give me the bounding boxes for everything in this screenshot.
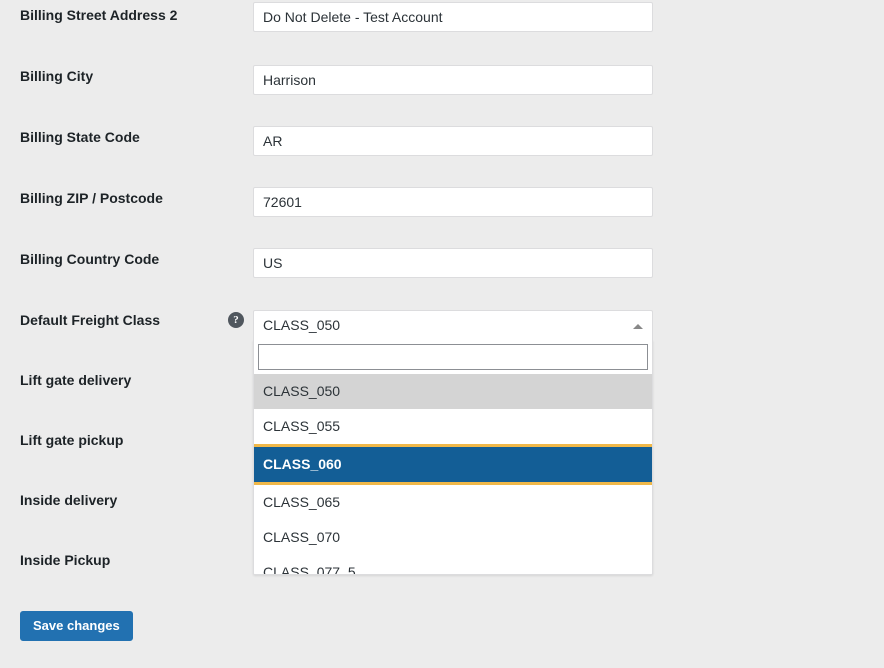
input-billing-zip-postcode[interactable] (253, 187, 653, 217)
field-row-billing-street-address-2: Billing Street Address 2 (0, 2, 884, 67)
form-actions: Save changes (20, 611, 133, 641)
caret-up-icon[interactable] (633, 324, 643, 329)
freight-class-option[interactable]: CLASS_070 (254, 520, 652, 555)
freight-class-option[interactable]: CLASS_065 (254, 485, 652, 520)
field-row-billing-country-code: Billing Country Code (0, 248, 884, 311)
label-inside-delivery: Inside delivery (20, 492, 118, 508)
help-circle-icon[interactable]: ? (228, 312, 244, 328)
label-lift-gate-pickup: Lift gate pickup (20, 432, 124, 448)
label-billing-city: Billing City (20, 68, 94, 84)
label-billing-country-code: Billing Country Code (20, 251, 160, 267)
freight-class-option[interactable]: CLASS_055 (254, 409, 652, 444)
label-billing-zip-postcode: Billing ZIP / Postcode (20, 190, 163, 206)
freight-class-option[interactable]: CLASS_060 (254, 444, 652, 485)
input-billing-country-code[interactable] (253, 248, 653, 278)
freight-class-option[interactable]: CLASS_050 (254, 374, 652, 409)
freight-class-search-holder (254, 340, 652, 374)
settings-form: Billing Street Address 2 Billing City Bi… (0, 0, 884, 668)
label-inside-pickup: Inside Pickup (20, 552, 111, 568)
input-billing-street-address-2[interactable] (253, 2, 653, 32)
input-billing-state-code[interactable] (253, 126, 653, 156)
field-row-billing-city: Billing City (0, 65, 884, 128)
freight-class-dropdown-panel: CLASS_050 CLASS_055 CLASS_060 CLASS_065 … (253, 340, 653, 575)
default-freight-class-combobox: CLASS_050 CLASS_050 CLASS_055 CLASS_060 … (253, 310, 653, 575)
freight-class-selected-value: CLASS_050 (263, 317, 341, 333)
field-row-billing-state-code: Billing State Code (0, 126, 884, 189)
label-billing-state-code: Billing State Code (20, 129, 140, 145)
freight-class-option[interactable]: CLASS_077_5 (254, 555, 652, 574)
label-lift-gate-delivery: Lift gate delivery (20, 372, 132, 388)
freight-class-options-list[interactable]: CLASS_050 CLASS_055 CLASS_060 CLASS_065 … (254, 374, 652, 574)
field-row-billing-zip-postcode: Billing ZIP / Postcode (0, 187, 884, 250)
freight-class-search-input[interactable] (258, 344, 648, 370)
input-billing-city[interactable] (253, 65, 653, 95)
freight-class-select-toggle[interactable]: CLASS_050 (253, 310, 653, 340)
save-changes-button[interactable]: Save changes (20, 611, 133, 641)
label-billing-street-address-2: Billing Street Address 2 (20, 7, 178, 23)
label-default-freight-class: Default Freight Class (20, 312, 161, 328)
